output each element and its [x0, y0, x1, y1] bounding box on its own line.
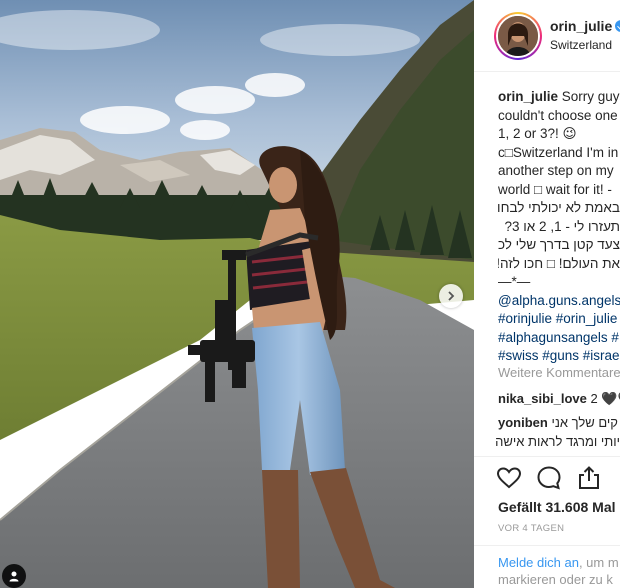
caption-line: c□Switzerland I'm in — [498, 144, 619, 160]
verified-badge-icon — [615, 20, 620, 32]
caption-line: 1, 2 or 3?! 😉 — [498, 126, 577, 141]
caption-line: תעזרו לי - 1, 2 או 3? — [504, 218, 620, 234]
caption-line: orin_julie Sorry guys — [498, 88, 620, 107]
username-text[interactable]: orin_julie — [550, 18, 612, 34]
post-timestamp[interactable]: VOR 4 TAGEN — [498, 523, 564, 534]
avatar[interactable] — [494, 12, 542, 60]
comment-text: יותי ומרגד לראות אישה — [495, 434, 620, 449]
person-icon — [9, 571, 19, 582]
comment: יותי ומרגד לראות אישה — [495, 434, 620, 449]
header-username[interactable]: orin_julie — [550, 18, 620, 34]
caption-line: another step on my — [498, 163, 614, 178]
comment-username[interactable]: nika_sibi_love — [498, 391, 587, 406]
caption-line: את העולם! □ חכו לזה! — [498, 255, 620, 271]
comment-username[interactable]: yoniben — [498, 415, 548, 430]
post-side-panel: orin_julie Switzerland orin_julie Sorry … — [474, 0, 620, 588]
photo-scene — [0, 0, 474, 588]
caption-hashtags[interactable]: #orinjulie #orin_julie — [498, 310, 620, 329]
carousel-next-button[interactable] — [439, 284, 463, 308]
chevron-right-icon — [448, 291, 455, 301]
caption-mention-link[interactable]: @alpha.guns.angels — [498, 292, 620, 311]
login-prompt-text: markieren oder zu k — [498, 572, 613, 587]
comment-text: קים שלך אני — [547, 415, 618, 430]
load-more-comments-button[interactable]: Weitere Kommentare — [498, 365, 620, 380]
caption-username[interactable]: orin_julie — [498, 89, 558, 104]
comment: yoniben קים שלך אני — [498, 415, 618, 430]
share-icon[interactable] — [576, 465, 602, 491]
caption-hashtags[interactable]: #alphagunsangels # — [498, 329, 620, 348]
post-photo[interactable] — [0, 0, 474, 588]
caption-line: צעד קטן בדרך שלי לכבוש — [498, 237, 620, 252]
caption-hashtags[interactable]: #swiss #guns #israel — [498, 347, 620, 366]
caption-line: באמת לא יכולתי לבחור! — [498, 200, 620, 215]
comment: nika_sibi_love 2 🖤🖤 — [498, 391, 620, 407]
header-location[interactable]: Switzerland — [550, 38, 612, 52]
post-caption: orin_julie Sorry guys couldn't choose on… — [498, 88, 620, 366]
like-count[interactable]: Gefällt 31.608 Mal — [498, 499, 616, 515]
post-header: orin_julie Switzerland — [474, 0, 620, 72]
user-tag-icon[interactable] — [2, 564, 26, 588]
caption-line: world □ wait for it! - — [498, 181, 612, 197]
avatar-image — [496, 14, 540, 58]
comment-icon[interactable] — [536, 465, 562, 491]
caption-text: Sorry guys — [558, 89, 620, 104]
login-link[interactable]: Melde dich an — [498, 555, 579, 570]
post-actions: Gefällt 31.608 Mal VOR 4 TAGEN Melde dic… — [474, 456, 620, 587]
caption-line: couldn't choose one — [498, 107, 618, 123]
comment-text: 2 🖤🖤 — [590, 391, 620, 406]
login-prompt: Melde dich an, um m markieren oder zu k — [474, 545, 620, 588]
heart-icon[interactable] — [496, 465, 522, 491]
login-prompt-text: , um m — [578, 555, 619, 570]
caption-line: —*— — [498, 274, 531, 289]
